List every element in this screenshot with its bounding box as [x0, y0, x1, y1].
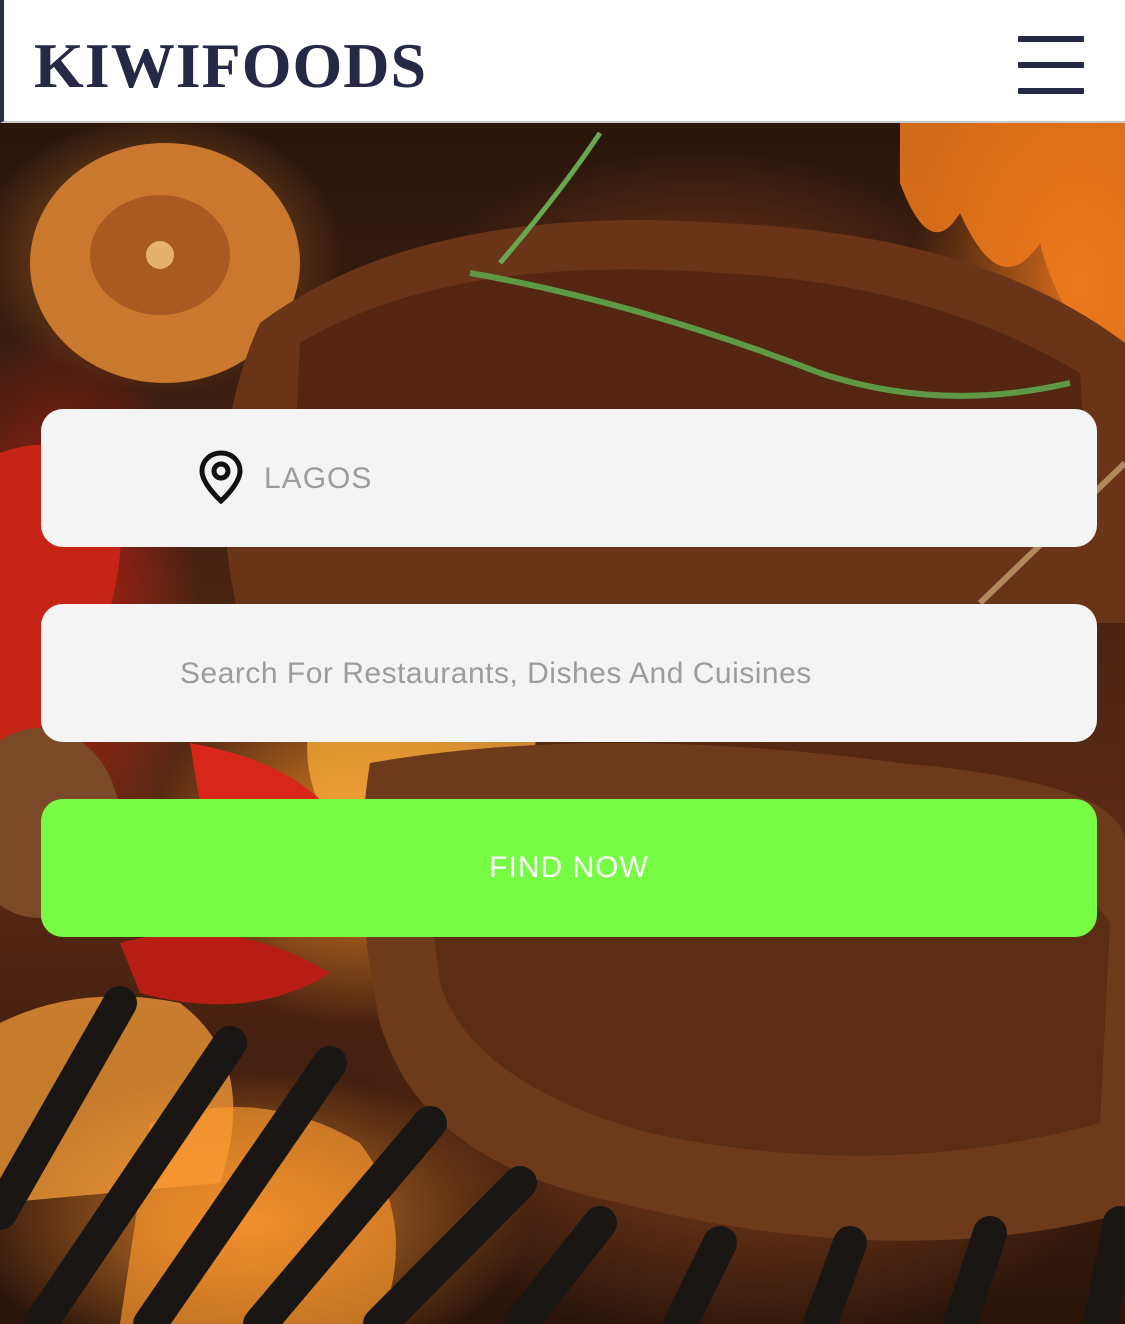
location-placeholder[interactable]: LAGOS — [264, 461, 372, 497]
find-now-label: FIND NOW — [489, 851, 649, 884]
search-placeholder[interactable]: Search For Restaurants, Dishes And Cuisi… — [180, 656, 812, 692]
garlic-core — [146, 241, 174, 269]
menu-bar — [1018, 36, 1084, 42]
page: KIWIFOODS LAGOS Search For Restaurants, … — [0, 0, 1125, 1324]
chili-pepper — [120, 933, 330, 1005]
hamburger-menu-icon[interactable] — [1012, 34, 1084, 98]
menu-bar — [1018, 88, 1084, 94]
map-pin-icon — [199, 450, 243, 504]
find-now-button[interactable]: FIND NOW — [41, 799, 1097, 937]
site-logo[interactable]: KIWIFOODS — [34, 28, 427, 104]
menu-bar — [1018, 62, 1084, 68]
site-header: KIWIFOODS — [0, 0, 1125, 123]
